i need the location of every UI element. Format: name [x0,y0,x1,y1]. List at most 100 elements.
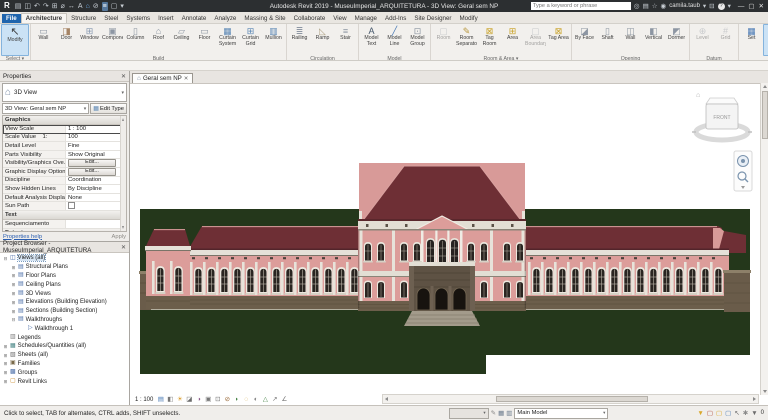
property-section-extents[interactable]: Extents [3,229,121,232]
rendering-dialog-icon[interactable]: ◑ [195,396,203,404]
property-visibility-graphics[interactable]: Visibility/Graphics Ove... Edit... [3,159,121,168]
tab-analyze[interactable]: Analyze [210,14,240,23]
default-3d-view-icon[interactable]: ⌂ [86,2,90,11]
tree-expand-icon[interactable]: ⊞ [3,344,8,349]
tree-expand-icon[interactable]: ⊞ [11,273,16,278]
column-button[interactable]: ▯Column [124,24,147,56]
instance-selector-caret-icon[interactable]: ▾ [84,106,87,112]
tree-item-revit-links[interactable]: ⊞ ▢ Revit Links [0,377,129,386]
text-icon[interactable]: A [78,2,83,11]
view-scale-control[interactable]: 1 : 100 [135,397,153,403]
tree-expand-icon[interactable]: ⊟ [11,317,16,322]
communication-center-icon[interactable]: ▤ [643,2,649,11]
print-icon[interactable]: ⊞ [52,2,58,11]
tab-view[interactable]: View [329,14,350,23]
tab-steel[interactable]: Steel [100,14,122,23]
visual-style-icon[interactable]: ◧ [166,396,174,404]
tree-item-groups[interactable]: ⊞ ▩ Groups [0,368,129,377]
favorites-icon[interactable]: ☆ [652,2,658,11]
switch-windows-icon[interactable]: ▢ [111,2,118,11]
lock-view-icon[interactable]: ⊘ [223,396,231,404]
shaft-button[interactable]: ▯Shaft [596,24,619,56]
tree-expand-icon[interactable]: ⊞ [11,282,16,287]
navigation-bar[interactable] [734,151,752,191]
project-browser-header[interactable]: Project Browser - MuseuImperial_ARQUITET… [0,242,129,253]
tree-item-structural-plans[interactable]: ⊞ ▤ Structural Plans [0,263,129,272]
tree-item-ceiling-plans[interactable]: ⊞ ▤ Ceiling Plans [0,280,129,289]
model-text-button[interactable]: AModel Text [360,24,383,56]
set-work-plane-button[interactable]: ▦Set [740,24,763,56]
tab-manage[interactable]: Manage [351,14,381,23]
property-discipline[interactable]: Discipline Coordination [3,177,121,186]
wall-button[interactable]: ▭Wall [32,24,55,56]
tab-systems[interactable]: Systems [122,14,154,23]
select-pinned-icon[interactable]: ▢ [725,409,731,418]
property-section-graphics[interactable]: Graphics [3,116,121,125]
filter-icon[interactable]: ▼ [751,409,757,418]
horizontal-scrollbar[interactable] [382,394,759,404]
tree-expand-icon[interactable]: ⊞ [11,291,16,296]
mullion-button[interactable]: ▥Mullion [262,24,285,56]
property-show-hidden-lines[interactable]: Show Hidden Lines By Discipline [3,185,121,194]
revit-logo-icon[interactable]: R [4,0,10,12]
modify-button[interactable]: ↖Modify [1,24,29,56]
tree-expand-icon[interactable]: ⊟ [3,256,8,261]
tab-collaborate[interactable]: Collaborate [290,14,330,23]
tag-area-button[interactable]: ⊠Tag Area [547,24,570,56]
properties-help-link[interactable]: Properties help [3,234,42,240]
select-by-face-icon[interactable]: ↖ [734,409,739,418]
edit-type-button[interactable]: ▦ Edit Type [90,103,127,114]
room-button[interactable]: ▢Room [432,24,455,56]
temporary-hide-icon[interactable]: ◗ [233,396,241,404]
window-button[interactable]: ⊞Window [78,24,101,56]
sun-path-icon[interactable]: ☀ [176,396,184,404]
tree-expand-icon[interactable]: ⊞ [3,379,8,384]
tree-expand-icon[interactable]: ⊞ [3,353,8,358]
tab-file[interactable]: File [2,14,21,23]
section-icon[interactable]: ⊘ [93,2,99,11]
tree-item-floor-plans[interactable]: ⊞ ▤ Floor Plans [0,272,129,281]
area-button[interactable]: ⊞Area [501,24,524,56]
tree-item-families[interactable]: ⊞ ▣ Families [0,360,129,369]
property-detail-level[interactable]: Detail Level Fine [3,142,121,151]
view-tab-geral-sem-np[interactable]: ⌂ Geral sem NP ✕ [132,73,193,83]
property-scale-value[interactable]: Scale Value 1: 100 [3,134,121,143]
restore-button[interactable]: ▢ [748,2,754,11]
user-avatar-icon[interactable]: ◉ [661,2,667,11]
minimize-button[interactable]: — [738,2,745,11]
tree-expand-icon[interactable]: ⊞ [3,370,8,375]
property-sun-path[interactable]: Sun Path [3,202,121,211]
vertical-opening-button[interactable]: ◧Vertical [642,24,665,56]
select-underlay-icon[interactable]: ▢ [716,409,722,418]
tree-item-sheets[interactable]: ⊞ ▧ Sheets (all) [0,351,129,360]
analytical-model-icon[interactable]: △ [261,396,269,404]
tree-expand-icon[interactable]: ⊞ [11,265,16,270]
tree-item-legends[interactable]: ▥ Legends [0,333,129,342]
selection-filter-icon[interactable]: ▼ [697,409,703,418]
level-button[interactable]: ⊕Level [691,24,714,56]
worksets-icon[interactable]: ▦ [498,409,504,418]
tree-item-walkthroughs[interactable]: ⊟ ▤ Walkthroughs [0,316,129,325]
curtain-system-button[interactable]: ▦Curtain System [216,24,239,56]
tab-massing-site[interactable]: Massing & Site [240,14,289,23]
tree-item-sections[interactable]: ⊞ ▤ Sections (Building Section) [0,307,129,316]
crop-region-icon[interactable]: ⊡ [214,396,222,404]
crop-view-icon[interactable]: ▣ [204,396,212,404]
area-boundary-button[interactable]: ▢Area Boundary [524,24,547,56]
tree-item-schedules[interactable]: ⊞ ▦ Schedules/Quantities (all) [0,342,129,351]
displacement-icon[interactable]: ↗ [271,396,279,404]
shadows-icon[interactable]: ◪ [185,396,193,404]
tag-room-button[interactable]: ⊠Tag Room [478,24,501,56]
ramp-button[interactable]: ◺Ramp [311,24,334,56]
dormer-button[interactable]: ◩Dormer [665,24,688,56]
tree-expand-icon[interactable]: ⊞ [11,309,16,314]
user-name[interactable]: camila.taub [669,3,700,9]
reveal-hidden-icon[interactable]: ◌ [242,396,250,404]
qat-customize-icon[interactable]: ▾ [120,2,124,11]
tree-item-views-all[interactable]: ⊟ ◫ Views (all) [0,254,129,263]
design-options-icon[interactable]: ▥ [506,409,512,418]
tree-expand-icon[interactable]: ⊞ [3,361,8,366]
temporary-view-properties-icon[interactable]: ◐ [252,396,260,404]
help-menu-caret[interactable]: ▾ [728,2,731,11]
property-graphic-display-options[interactable]: Graphic Display Options Edit... [3,168,121,177]
